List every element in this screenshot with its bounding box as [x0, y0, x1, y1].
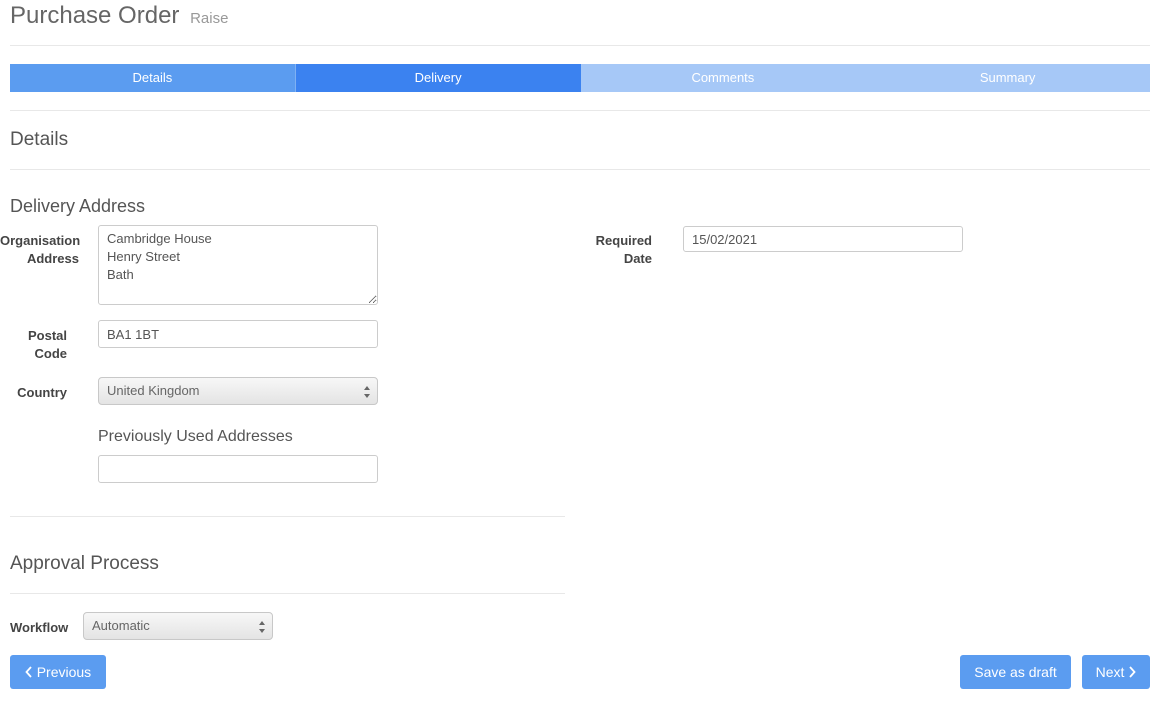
required-date-input[interactable] — [683, 226, 963, 252]
details-heading: Details — [10, 129, 69, 150]
select-arrows-icon — [364, 386, 370, 398]
next-button[interactable]: Next — [1082, 655, 1150, 689]
chevron-left-icon — [25, 666, 32, 678]
approval-process-heading: Approval Process — [10, 553, 159, 574]
wizard-step-comments[interactable]: Comments — [580, 64, 866, 92]
country-select-value: United Kingdom — [107, 383, 200, 398]
wizard-step-details[interactable]: Details — [10, 64, 296, 92]
previous-button-label: Previous — [36, 664, 92, 680]
required-date-label-line1: Required — [595, 233, 652, 248]
page-subtitle: Raise — [190, 10, 229, 27]
required-date-label: Required Date — [560, 232, 652, 268]
workflow-select[interactable]: Automatic — [83, 612, 273, 640]
wizard-steps: Details Delivery Comments Summary — [10, 64, 1150, 92]
chevron-right-icon — [1129, 666, 1137, 678]
previously-used-addresses-input[interactable] — [98, 455, 378, 483]
postal-code-input[interactable] — [98, 320, 378, 348]
org-address-label-line1: Organisation — [0, 233, 81, 248]
previous-button[interactable]: Previous — [10, 655, 106, 689]
workflow-label: Workflow — [10, 620, 69, 635]
postal-code-label: Postal Code — [0, 327, 67, 363]
org-address-label: Organisation Address — [0, 232, 81, 268]
country-label: Country — [17, 385, 67, 400]
select-arrows-icon — [259, 621, 265, 633]
postal-code-label-line1: Postal — [27, 328, 67, 343]
page-title: Purchase Order Raise — [10, 2, 228, 30]
org-address-textarea[interactable]: Cambridge House Henry Street Bath — [98, 225, 378, 305]
details-divider — [10, 169, 1150, 170]
wizard-divider — [10, 110, 1150, 111]
delivery-address-heading: Delivery Address — [10, 196, 146, 216]
delivery-divider — [10, 516, 565, 517]
save-as-draft-button[interactable]: Save as draft — [960, 655, 1071, 689]
page-title-text: Purchase Order — [10, 2, 180, 29]
wizard-step-delivery[interactable]: Delivery — [295, 64, 581, 92]
wizard-step-summary[interactable]: Summary — [865, 64, 1150, 92]
required-date-label-line2: Date — [623, 251, 652, 266]
postal-code-label-line2: Code — [34, 346, 68, 361]
header-divider — [10, 45, 1150, 46]
org-address-label-line2: Address — [26, 251, 79, 266]
next-button-label: Next — [1095, 664, 1125, 680]
approval-divider — [10, 593, 565, 594]
previously-used-addresses-label: Previously Used Addresses — [98, 428, 293, 445]
country-select[interactable]: United Kingdom — [98, 377, 378, 405]
workflow-select-value: Automatic — [92, 618, 150, 633]
